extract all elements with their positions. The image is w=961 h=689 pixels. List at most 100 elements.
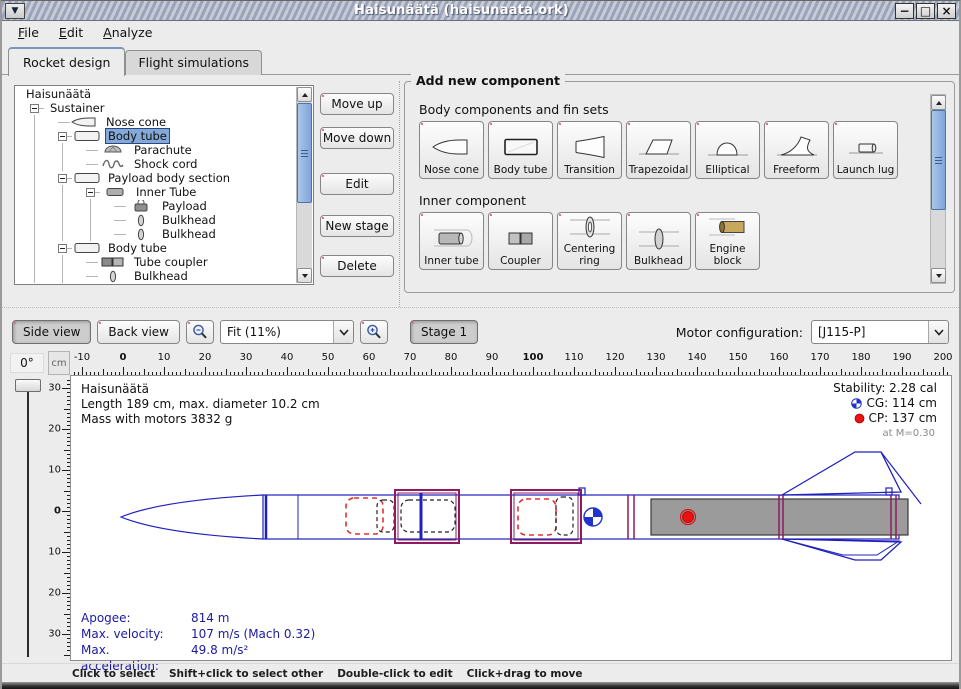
bodytube-icon bbox=[72, 242, 102, 255]
component-button-trapezoidal[interactable]: Trapezoidal bbox=[626, 121, 691, 179]
scrollbar-thumb[interactable] bbox=[931, 110, 946, 210]
motor-configuration-value: [J115-P] bbox=[812, 325, 928, 339]
transition-icon bbox=[567, 131, 613, 165]
scrollbar-thumb[interactable] bbox=[297, 103, 312, 203]
tree-item-bulkhead[interactable]: Bulkhead bbox=[16, 213, 296, 227]
fin-lower-outline[interactable] bbox=[782, 539, 901, 560]
tree-item-parachute[interactable]: Parachute bbox=[16, 143, 296, 157]
edit-button[interactable]: Edit bbox=[320, 173, 394, 195]
tree-expander[interactable] bbox=[58, 244, 67, 253]
ruler-label: 130 bbox=[646, 352, 665, 363]
scroll-down-button[interactable] bbox=[931, 268, 946, 283]
stability-value: Stability: 2.28 cal bbox=[833, 381, 937, 396]
tree-item-body-tube[interactable]: Body tube bbox=[16, 129, 296, 143]
cg-value: CG: 114 cm bbox=[833, 396, 937, 411]
tree-item-label: Sustainer bbox=[48, 101, 106, 115]
tree-item-payload[interactable]: Payload bbox=[16, 199, 296, 213]
back-view-button[interactable]: Back view bbox=[97, 320, 180, 344]
new-stage-button[interactable]: New stage bbox=[320, 215, 394, 237]
motor-configuration-select[interactable]: [J115-P] bbox=[811, 320, 949, 344]
split-divider-horizontal[interactable] bbox=[2, 307, 959, 315]
move-up-button[interactable]: Move up bbox=[320, 93, 394, 115]
component-button-coupler[interactable]: Coupler bbox=[488, 212, 553, 270]
tree-item-bulkhead[interactable]: Bulkhead bbox=[16, 227, 296, 241]
cp-marker[interactable] bbox=[681, 510, 696, 525]
component-button-transition[interactable]: Transition bbox=[557, 121, 622, 179]
maximize-button[interactable]: □ bbox=[916, 3, 935, 19]
tree-item-bulkhead[interactable]: Bulkhead bbox=[16, 269, 296, 283]
move-down-button[interactable]: Move down bbox=[320, 127, 394, 149]
menu-edit[interactable]: Edit bbox=[49, 22, 93, 43]
ruler-label: -10 bbox=[48, 465, 61, 476]
tree-expander[interactable] bbox=[58, 132, 67, 141]
component-button-inner-tube[interactable]: Inner tube bbox=[419, 212, 484, 270]
window-menu-button[interactable]: ▼ bbox=[5, 3, 25, 19]
ruler-label: 0 bbox=[120, 352, 127, 363]
component-button-bulkhead[interactable]: Bulkhead bbox=[626, 212, 691, 270]
tab-flight-simulations[interactable]: Flight simulations bbox=[125, 50, 262, 75]
launch-lug-2-outline[interactable] bbox=[886, 488, 892, 495]
zoom-out-button[interactable] bbox=[186, 320, 214, 344]
tree-item-shock-cord[interactable]: Shock cord bbox=[16, 157, 296, 171]
nose-cone-outline[interactable] bbox=[121, 495, 263, 539]
component-button-label: Nose cone bbox=[424, 165, 479, 176]
zoom-in-button[interactable] bbox=[360, 320, 388, 344]
tree-guide-line bbox=[58, 199, 86, 213]
delete-button[interactable]: Delete bbox=[320, 255, 394, 277]
component-tree: HaisunäätäSustainerNose coneBody tubePar… bbox=[16, 87, 296, 283]
scroll-up-button[interactable] bbox=[297, 87, 312, 102]
tree-item-nose-cone[interactable]: Nose cone bbox=[16, 115, 296, 129]
title-bar[interactable]: ▼ Haisunäätä (haisunaata.ork) − □ × bbox=[2, 1, 959, 21]
tree-guide-line bbox=[30, 269, 58, 283]
component-button-launch-lug[interactable]: Launch lug bbox=[833, 121, 898, 179]
inner-tube-outline[interactable] bbox=[401, 500, 455, 532]
slider-handle[interactable] bbox=[15, 379, 41, 392]
cg-marker[interactable] bbox=[584, 508, 602, 526]
component-button-body-tube[interactable]: Body tube bbox=[488, 121, 553, 179]
fin-upper-outline[interactable] bbox=[782, 452, 901, 495]
rocket-canvas[interactable]: Haisunäätä Length 189 cm, max. diameter … bbox=[70, 375, 952, 661]
close-button[interactable]: × bbox=[937, 3, 956, 19]
component-button-label: Inner tube bbox=[424, 256, 478, 267]
minimize-button[interactable]: − bbox=[895, 3, 914, 19]
zoom-level-select[interactable]: Fit (11%) bbox=[220, 320, 354, 344]
hint-double-click-to-edit: Double-click to edit bbox=[337, 668, 452, 680]
tree-expander[interactable] bbox=[30, 104, 39, 113]
component-button-engine-block[interactable]: Engine block bbox=[695, 212, 760, 270]
flight-stat-max-velocity: Max. velocity:107 m/s (Mach 0.32) bbox=[81, 626, 315, 642]
tree-item-tube-coupler[interactable]: Tube coupler bbox=[16, 255, 296, 269]
component-button-label: Body tube bbox=[494, 165, 548, 176]
tree-item-label: Bulkhead bbox=[160, 213, 218, 227]
ruler-label: 120 bbox=[605, 352, 624, 363]
payload-section-outline[interactable] bbox=[395, 490, 459, 543]
scroll-up-button[interactable] bbox=[931, 95, 946, 110]
component-button-label: Centering ring bbox=[559, 244, 620, 267]
parachute-2-outline[interactable] bbox=[518, 499, 556, 535]
component-scrollbar[interactable] bbox=[930, 94, 946, 284]
side-view-button[interactable]: Side view bbox=[12, 320, 91, 344]
component-button-freeform[interactable]: Freeform bbox=[764, 121, 829, 179]
tree-item-payload-body-section[interactable]: Payload body section bbox=[16, 171, 296, 185]
tree-item-body-tube[interactable]: Body tube bbox=[16, 241, 296, 255]
stage-1-toggle[interactable]: Stage 1 bbox=[410, 320, 478, 344]
shock-cord-outline[interactable] bbox=[377, 500, 394, 532]
tree-expander[interactable] bbox=[86, 188, 95, 197]
menu-file[interactable]: File bbox=[8, 22, 49, 43]
split-divider-vertical[interactable] bbox=[399, 81, 400, 307]
menu-analyze[interactable]: Analyze bbox=[93, 22, 162, 43]
component-button-elliptical[interactable]: Elliptical bbox=[695, 121, 760, 179]
scroll-down-button[interactable] bbox=[297, 268, 312, 283]
tree-item-sustainer[interactable]: Sustainer bbox=[16, 101, 296, 115]
tab-rocket-design[interactable]: Rocket design bbox=[8, 47, 125, 76]
rocket-info: Haisunäätä Length 189 cm, max. diameter … bbox=[81, 382, 320, 427]
component-button-nose-cone[interactable]: Nose cone bbox=[419, 121, 484, 179]
shock-cord-2-outline[interactable] bbox=[556, 497, 573, 535]
tree-expander[interactable] bbox=[58, 174, 67, 183]
tree-item-haisun-t[interactable]: Haisunäätä bbox=[16, 87, 296, 101]
tree-scrollbar[interactable] bbox=[296, 87, 312, 283]
tree-item-inner-tube[interactable]: Inner Tube bbox=[16, 185, 296, 199]
payload-icon bbox=[126, 200, 156, 213]
component-button-centering-ring[interactable]: Centering ring bbox=[557, 212, 622, 270]
rotation-slider[interactable] bbox=[14, 379, 42, 661]
component-button-label: Freeform bbox=[773, 165, 820, 176]
